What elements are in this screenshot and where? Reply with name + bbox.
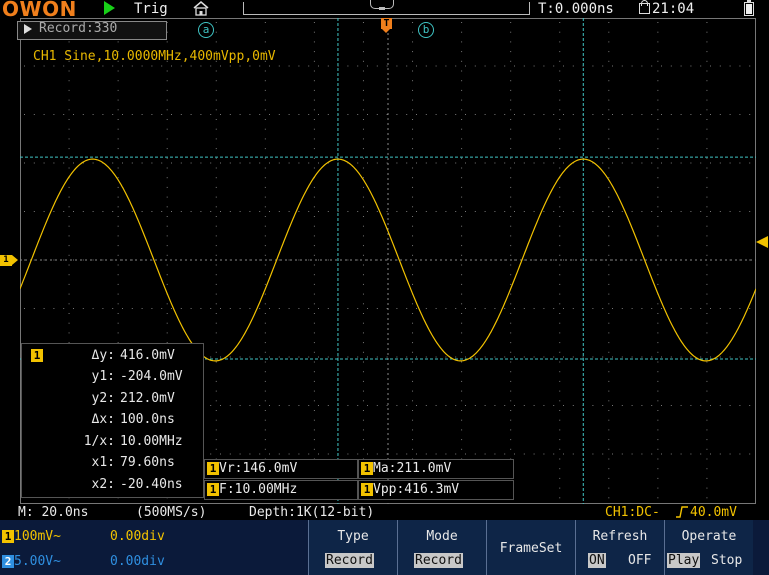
lock-icon — [639, 3, 650, 14]
measure-f: 1 F:10.00MHz — [204, 480, 358, 500]
acquisition-status-line: M: 20.0ns (500MS/s) Depth:1K(12-bit) CH1… — [0, 504, 769, 520]
record-depth-readout: Depth:1K(12-bit) — [249, 505, 375, 520]
cursor-key-2: y2: — [91, 391, 115, 406]
cursor-value-3: 100.0ns — [120, 412, 175, 427]
trigger-position-icon[interactable]: T — [381, 18, 392, 29]
trigger-source-readout: CH1:DC- — [605, 505, 660, 520]
cursor-value-0: 416.0mV — [120, 348, 175, 363]
cursor-key-1: y1: — [91, 369, 115, 384]
refresh-on-option[interactable]: ON — [588, 553, 606, 568]
menu-mode-value: Record — [414, 553, 463, 568]
measure-f-text: F:10.00MHz — [219, 482, 298, 497]
menu-frameset-title: FrameSet — [499, 541, 563, 556]
refresh-off-option[interactable]: OFF — [628, 553, 651, 568]
cursor-measurement-panel: 1 Δy: 416.0mV y1: -204.0mV y2: 212.0mV Δx: 100.… — [21, 343, 204, 498]
battery-level-fill — [746, 4, 752, 14]
trigger-status-text: Trig — [134, 1, 168, 17]
menu-frameset-button[interactable]: FrameSet — [486, 520, 575, 575]
measure-channel-badge: 1 — [207, 483, 219, 496]
measure-vpp-text: Vpp:416.3mV — [373, 482, 460, 497]
menu-refresh-button[interactable]: Refresh ON OFF — [575, 520, 664, 575]
cursor-value-5: 79.60ns — [120, 455, 175, 470]
cursor-key-4: 1/x: — [83, 434, 115, 449]
ch2-scale: 5.00V~ — [14, 554, 61, 569]
record-frame-count: Record:330 — [39, 21, 118, 36]
measure-vpp: 1 Vpp:416.3mV — [358, 480, 514, 500]
ch1-badge: 1 — [2, 530, 14, 543]
menu-type-title: Type — [337, 529, 369, 544]
channel-1-badge: 1 — [31, 349, 43, 362]
trigger-position-marker — [379, 7, 385, 10]
ch2-info[interactable]: 2 5.00V~ — [2, 554, 61, 569]
ch2-badge: 2 — [2, 555, 14, 568]
cursor-value-4: 10.00MHz — [120, 434, 183, 449]
trigger-position-arrow — [382, 29, 390, 33]
measure-ma-text: Ma:211.0mV — [373, 461, 452, 476]
record-play-icon[interactable] — [24, 24, 32, 34]
menu-type-value: Record — [325, 553, 374, 568]
menu-refresh-title: Refresh — [592, 529, 648, 544]
trigger-level-marker[interactable] — [756, 236, 768, 248]
signal-info-label: CH1 Sine,10.0000MHz,400mVpp,0mV — [33, 49, 276, 64]
clock-readout: 21:04 — [652, 1, 695, 17]
time-offset-readout: T:0.000ns — [538, 1, 614, 17]
measure-channel-badge: 1 — [361, 462, 373, 475]
measure-channel-badge: 1 — [361, 483, 373, 496]
cursor-key-3: Δx: — [91, 412, 115, 427]
cursor-value-1: -204.0mV — [120, 369, 183, 384]
ch1-offset: 0.00div — [110, 529, 165, 544]
cursor-key-0: Δy: — [91, 348, 115, 363]
measure-channel-badge: 1 — [207, 462, 219, 475]
menu-mode-button[interactable]: Mode Record — [397, 520, 486, 575]
cursor-value-2: 212.0mV — [120, 391, 175, 406]
operate-play-option[interactable]: Play — [667, 553, 701, 568]
sample-rate-readout: (500MS/s) — [136, 505, 207, 520]
cursor-b-marker[interactable]: b — [418, 22, 434, 38]
timebase-readout: M: 20.0ns — [18, 505, 89, 520]
ch1-info[interactable]: 1 100mV~ — [2, 529, 61, 544]
measure-ma: 1 Ma:211.0mV — [358, 459, 514, 479]
menu-operate-title: Operate — [681, 529, 737, 544]
ch2-offset: 0.00div — [110, 554, 165, 569]
trigger-level-readout: 40.0mV — [690, 505, 737, 520]
ch1-zero-marker-arrow — [12, 255, 18, 265]
run-state-play-icon[interactable] — [104, 1, 115, 15]
menu-edge — [753, 520, 769, 575]
cursor-a-marker[interactable]: a — [198, 22, 214, 38]
measure-vr: 1 Vr:146.0mV — [204, 459, 358, 479]
menu-mode-title: Mode — [426, 529, 458, 544]
cursor-key-6: x2: — [91, 477, 115, 492]
menu-operate-button[interactable]: Operate Play Stop — [664, 520, 753, 575]
measure-vr-text: Vr:146.0mV — [219, 461, 298, 476]
ch1-scale: 100mV~ — [14, 529, 61, 544]
operate-stop-option[interactable]: Stop — [711, 553, 742, 568]
menu-type-button[interactable]: Type Record — [308, 520, 397, 575]
ch1-zero-marker[interactable]: 1 — [0, 255, 12, 266]
cursor-value-6: -20.40ns — [120, 477, 183, 492]
cursor-key-5: x1: — [91, 455, 115, 470]
